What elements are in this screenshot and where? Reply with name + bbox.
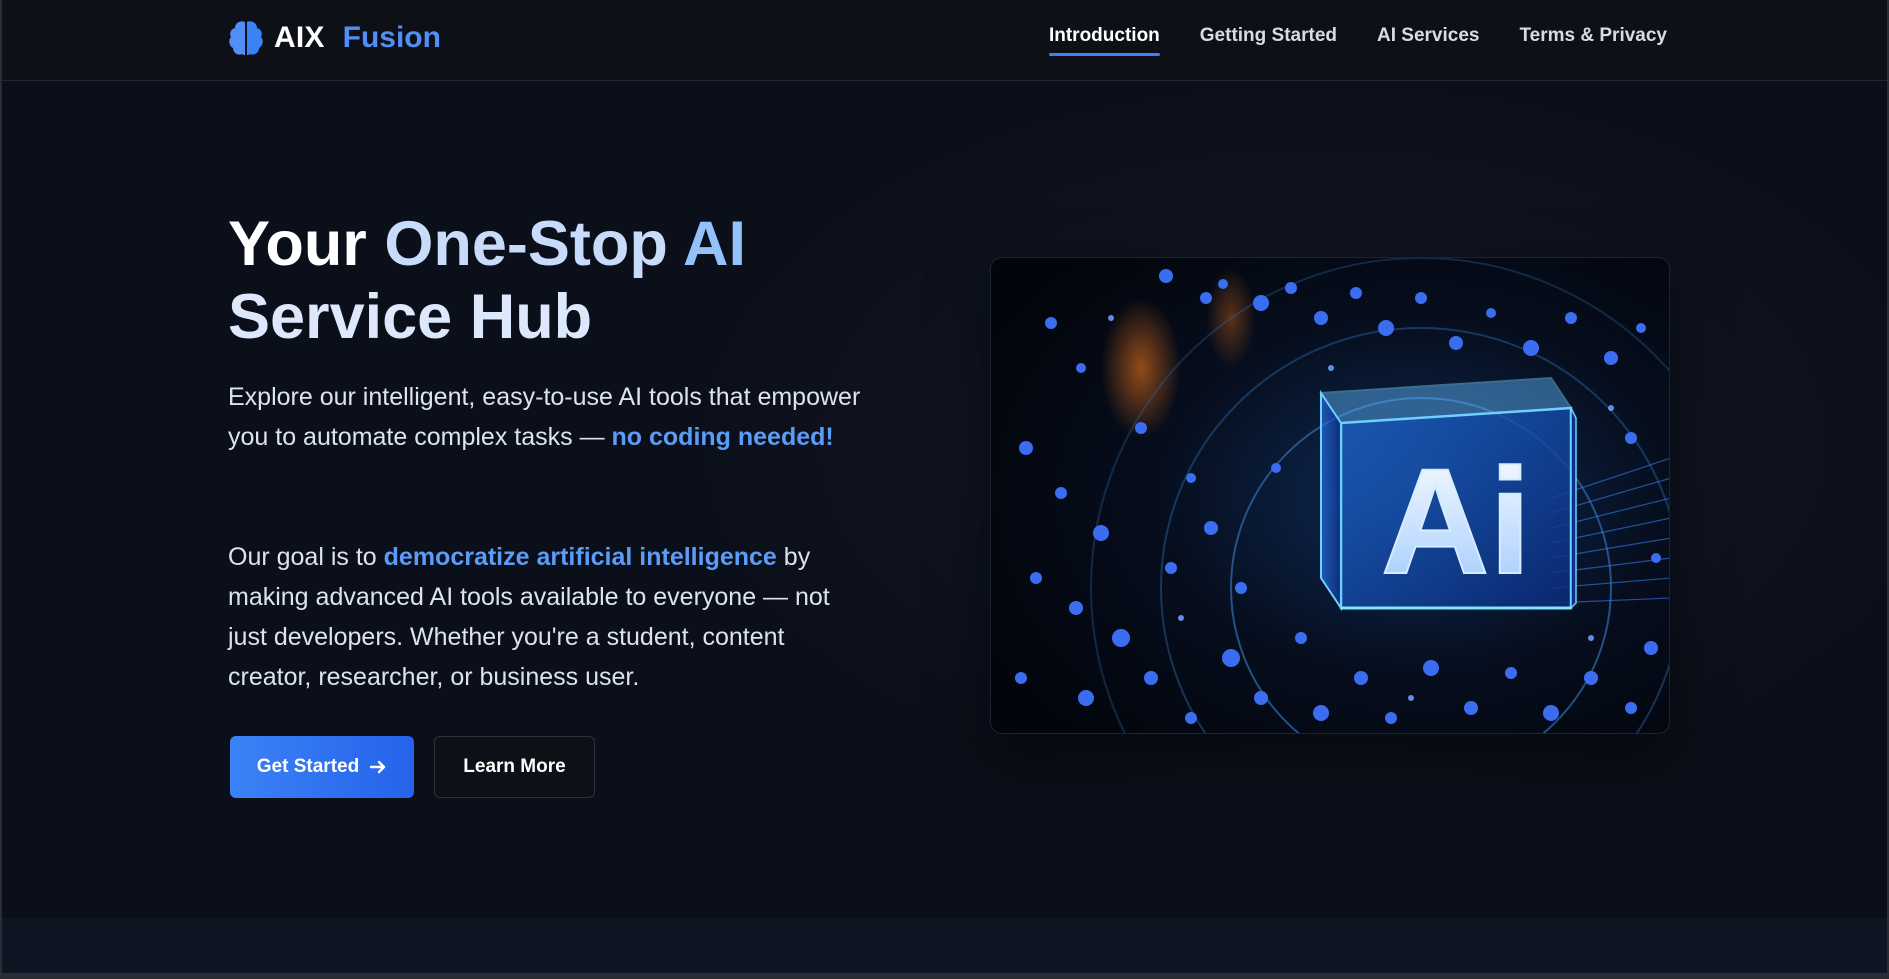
ai-cube-illustration: Ai bbox=[991, 258, 1669, 733]
learn-more-button[interactable]: Learn More bbox=[434, 736, 595, 798]
nav-ai-services[interactable]: AI Services bbox=[1377, 25, 1479, 56]
headline-part-one-stop: One-Stop bbox=[384, 209, 683, 279]
goal-highlight: democratize artificial intelligence bbox=[383, 543, 777, 571]
headline-part-your: Your bbox=[228, 209, 385, 279]
intro-highlight: no coding needed! bbox=[611, 423, 834, 451]
goal-prefix: Our goal is to bbox=[228, 543, 384, 571]
learn-more-label: Learn More bbox=[463, 756, 566, 777]
browser-viewport: AIX Fusion Introduction Getting Started A… bbox=[0, 0, 1889, 979]
cube-ai-text: Ai bbox=[1381, 437, 1531, 605]
get-started-button[interactable]: Get Started bbox=[230, 736, 414, 798]
headline-part-service-hub: Service Hub bbox=[228, 282, 593, 352]
nav-introduction[interactable]: Introduction bbox=[1048, 25, 1160, 56]
site-header: AIX Fusion Introduction Getting Started A… bbox=[2, 0, 1887, 81]
site-logo[interactable]: AIX Fusion bbox=[228, 18, 441, 58]
hero-headline: Your One-Stop AI Service Hub bbox=[228, 208, 848, 354]
main-nav: Introduction Getting Started AI Services… bbox=[1048, 25, 1667, 56]
hero-ai-image: Ai bbox=[990, 257, 1670, 734]
arrow-right-icon bbox=[370, 760, 386, 774]
headline-part-ai: AI bbox=[682, 209, 746, 279]
hero-section: Your One-Stop AI Service Hub Explore our … bbox=[2, 82, 1887, 918]
nav-getting-started[interactable]: Getting Started bbox=[1200, 25, 1337, 56]
hero-intro-paragraph: Explore our intelligent, easy-to-use AI … bbox=[228, 377, 868, 457]
get-started-label: Get Started bbox=[256, 756, 360, 777]
hero-goal-paragraph: Our goal is to democratize artificial in… bbox=[228, 537, 868, 697]
logo-primary-text: AIX bbox=[274, 21, 325, 54]
brain-icon bbox=[229, 21, 263, 56]
nav-terms-privacy[interactable]: Terms & Privacy bbox=[1519, 25, 1667, 56]
logo-accent-text: Fusion bbox=[342, 21, 441, 54]
lower-section-edge bbox=[2, 918, 1887, 973]
